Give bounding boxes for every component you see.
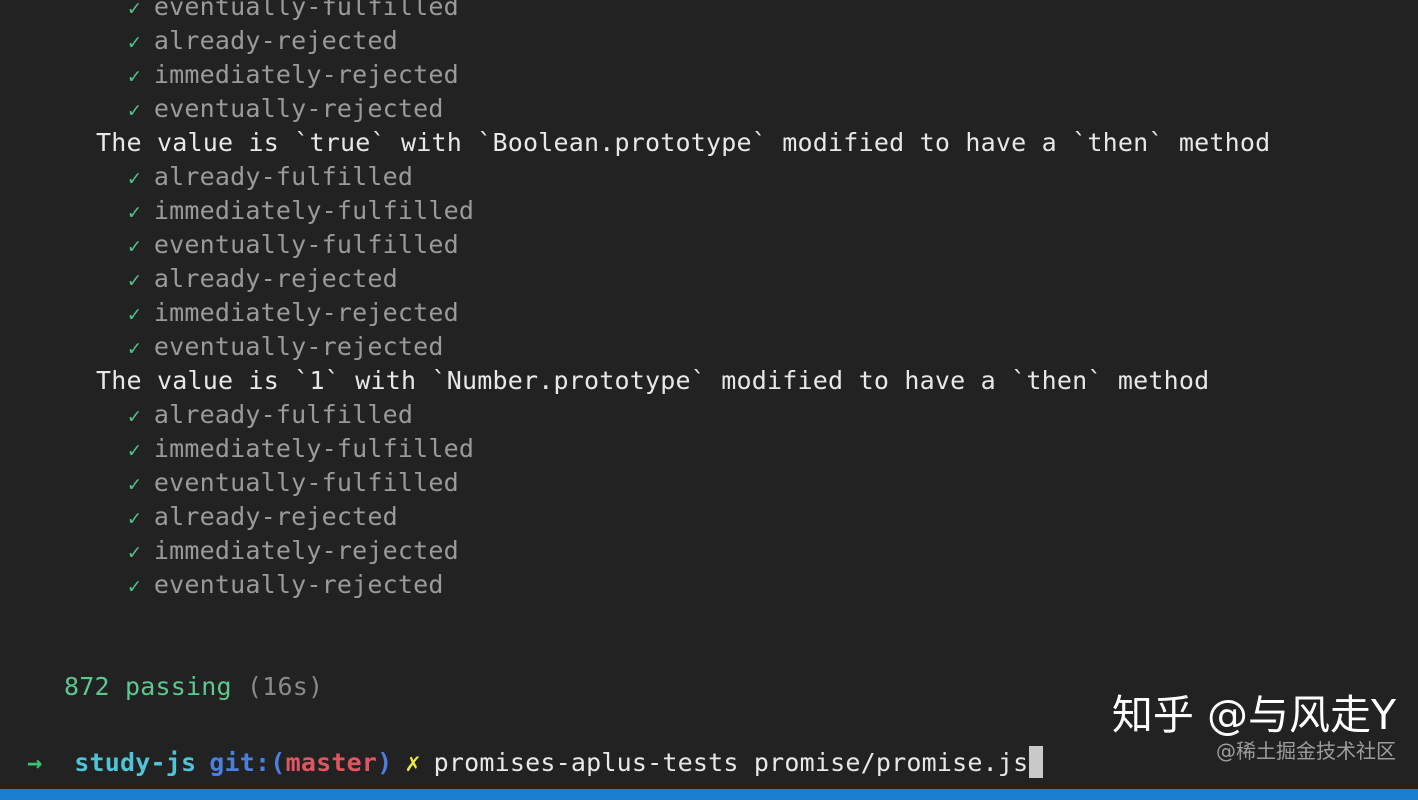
check-icon: ✓ [128,336,141,360]
test-result-row: ✓ already-rejected [0,24,1418,58]
test-result-row: ✓ already-rejected [0,500,1418,534]
test-result-row: ✓ immediately-fulfilled [0,432,1418,466]
test-name: eventually-fulfilled [153,468,459,497]
status-bar [0,789,1418,800]
test-result-row: ✓ immediately-rejected [0,534,1418,568]
test-name: immediately-fulfilled [153,196,475,225]
test-name: eventually-fulfilled [153,0,459,21]
test-result-row: ✓ eventually-fulfilled [0,228,1418,262]
test-result-row: ✓ already-rejected [0,262,1418,296]
check-icon: ✓ [128,574,141,598]
test-name: eventually-rejected [153,94,444,123]
test-suite-heading: The value is `1` with `Number.prototype`… [96,366,1210,395]
test-result-row: ✓ eventually-rejected [0,568,1418,602]
test-duration: (16s) [247,672,324,701]
test-result-row: ✓ immediately-fulfilled [0,194,1418,228]
check-icon: ✓ [128,64,141,88]
test-result-row: ✓ immediately-rejected [0,58,1418,92]
test-result-row: ✓ already-fulfilled [0,160,1418,194]
prompt-git-branch: master [285,748,378,777]
test-name: already-rejected [153,26,398,55]
passing-count: 872 [64,672,110,701]
check-icon: ✓ [128,404,141,428]
prompt-directory: study-js [74,748,197,777]
test-result-row: ✓ eventually-rejected [0,330,1418,364]
check-icon: ✓ [128,506,141,530]
text-cursor [1029,746,1044,778]
prompt-command-text[interactable]: promises-aplus-tests promise/promise.js [421,748,1029,777]
test-result-row: ✓ eventually-fulfilled [0,466,1418,500]
test-name: already-fulfilled [153,162,414,191]
test-name: immediately-fulfilled [153,434,475,463]
check-icon: ✓ [128,302,141,326]
terminal-output: ✓ eventually-fulfilled ✓ already-rejected ✓ i… [0,0,1418,704]
test-result-row: ✓ immediately-rejected [0,296,1418,330]
prompt-paren-close: ) [377,748,393,777]
check-icon: ✓ [128,200,141,224]
test-name: eventually-rejected [153,570,444,599]
test-result-row: ✓ already-fulfilled [0,398,1418,432]
shell-prompt-line[interactable]: → study-js git:(master) ✗ promises-aplus-tes… [0,743,1044,783]
test-summary-row: 872 passing (16s) [0,670,1418,704]
test-name: eventually-rejected [153,332,444,361]
test-name: immediately-rejected [153,536,459,565]
test-name: immediately-rejected [153,298,459,327]
prompt-git-label: git: [209,748,271,777]
test-suite-heading: The value is `true` with `Boolean.protot… [96,128,1271,157]
test-result-row: ✓ eventually-rejected [0,92,1418,126]
terminal-window: ✓ eventually-fulfilled ✓ already-rejected ✓ i… [0,0,1418,800]
test-result-row: ✓ eventually-fulfilled [0,0,1418,24]
check-icon: ✓ [128,166,141,190]
test-name: immediately-rejected [153,60,459,89]
prompt-arrow-icon: → [27,748,43,777]
check-icon: ✓ [128,30,141,54]
test-name: already-rejected [153,264,398,293]
check-icon: ✓ [128,234,141,258]
check-icon: ✓ [128,98,141,122]
test-name: eventually-fulfilled [153,230,459,259]
check-icon: ✓ [128,472,141,496]
test-name: already-rejected [153,502,398,531]
check-icon: ✓ [128,268,141,292]
prompt-paren-open: ( [270,748,286,777]
check-icon: ✓ [128,0,141,20]
passing-label: passing [109,672,248,701]
watermark-sub-text: @稀土掘金技术社区 [1216,739,1396,763]
prompt-dirty-marker-icon: ✗ [405,748,421,777]
test-name: already-fulfilled [153,400,414,429]
check-icon: ✓ [128,540,141,564]
check-icon: ✓ [128,438,141,462]
